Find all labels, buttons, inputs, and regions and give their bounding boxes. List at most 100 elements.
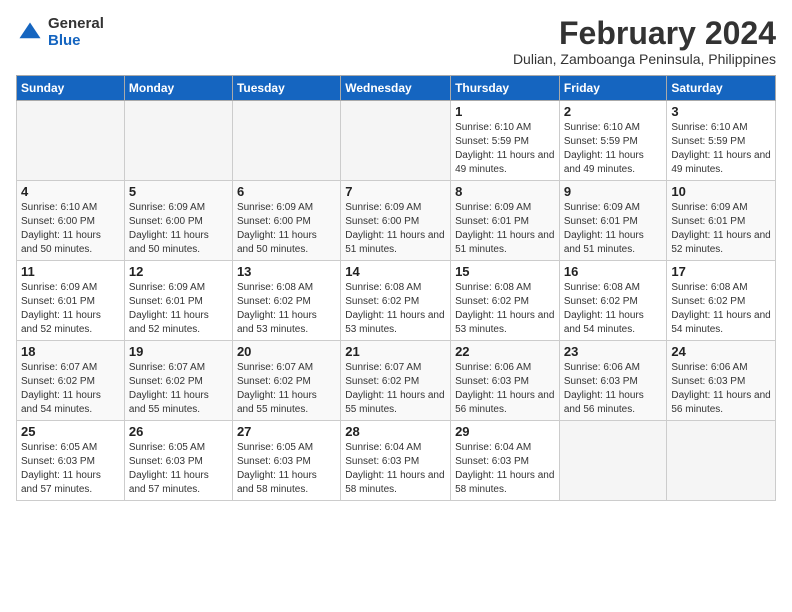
col-header-wednesday: Wednesday	[341, 76, 451, 101]
day-cell: 11 Sunrise: 6:09 AM Sunset: 6:01 PM Dayli…	[17, 261, 125, 341]
day-info: Sunrise: 6:04 AM Sunset: 6:03 PM Dayligh…	[455, 441, 555, 497]
week-row-3: 11 Sunrise: 6:09 AM Sunset: 6:01 PM Dayli…	[17, 261, 776, 341]
day-cell	[667, 421, 776, 501]
day-number: 18	[21, 344, 120, 359]
day-cell: 12 Sunrise: 6:09 AM Sunset: 6:01 PM Dayli…	[124, 261, 232, 341]
day-info: Sunrise: 6:09 AM Sunset: 6:00 PM Dayligh…	[237, 201, 336, 257]
day-number: 27	[237, 424, 336, 439]
day-number: 12	[129, 264, 228, 279]
day-cell	[559, 421, 667, 501]
day-number: 25	[21, 424, 120, 439]
day-cell: 21 Sunrise: 6:07 AM Sunset: 6:02 PM Dayli…	[341, 341, 451, 421]
day-info: Sunrise: 6:09 AM Sunset: 6:01 PM Dayligh…	[129, 281, 228, 337]
day-info: Sunrise: 6:08 AM Sunset: 6:02 PM Dayligh…	[671, 281, 771, 337]
day-info: Sunrise: 6:08 AM Sunset: 6:02 PM Dayligh…	[237, 281, 336, 337]
logo-general: General	[48, 16, 104, 33]
day-cell	[17, 101, 125, 181]
col-header-monday: Monday	[124, 76, 232, 101]
week-row-5: 25 Sunrise: 6:05 AM Sunset: 6:03 PM Dayli…	[17, 421, 776, 501]
day-info: Sunrise: 6:05 AM Sunset: 6:03 PM Dayligh…	[237, 441, 336, 497]
week-row-2: 4 Sunrise: 6:10 AM Sunset: 6:00 PM Daylig…	[17, 181, 776, 261]
day-info: Sunrise: 6:07 AM Sunset: 6:02 PM Dayligh…	[237, 361, 336, 417]
day-info: Sunrise: 6:10 AM Sunset: 5:59 PM Dayligh…	[671, 121, 771, 177]
day-cell: 15Sunrise: 6:08 AM Sunset: 6:02 PM Dayli…	[451, 261, 560, 341]
day-number: 26	[129, 424, 228, 439]
title-block: February 2024 Dulian, Zamboanga Peninsul…	[513, 16, 776, 67]
logo-icon	[16, 19, 44, 47]
day-info: Sunrise: 6:07 AM Sunset: 6:02 PM Dayligh…	[129, 361, 228, 417]
day-number: 24	[671, 344, 771, 359]
day-number: 19	[129, 344, 228, 359]
day-cell: 24 Sunrise: 6:06 AM Sunset: 6:03 PM Dayli…	[667, 341, 776, 421]
day-number: 22	[455, 344, 555, 359]
day-info: Sunrise: 6:09 AM Sunset: 6:01 PM Dayligh…	[455, 201, 555, 257]
week-row-1: 1Sunrise: 6:10 AM Sunset: 5:59 PM Daylig…	[17, 101, 776, 181]
day-number: 23	[564, 344, 663, 359]
day-info: Sunrise: 6:10 AM Sunset: 5:59 PM Dayligh…	[564, 121, 663, 177]
day-cell: 23 Sunrise: 6:06 AM Sunset: 6:03 PM Dayli…	[559, 341, 667, 421]
day-info: Sunrise: 6:09 AM Sunset: 6:00 PM Dayligh…	[129, 201, 228, 257]
day-number: 7	[345, 184, 446, 199]
logo: General Blue	[16, 16, 104, 49]
day-cell: 19 Sunrise: 6:07 AM Sunset: 6:02 PM Dayli…	[124, 341, 232, 421]
day-info: Sunrise: 6:10 AM Sunset: 5:59 PM Dayligh…	[455, 121, 555, 177]
col-header-tuesday: Tuesday	[232, 76, 340, 101]
day-info: Sunrise: 6:08 AM Sunset: 6:02 PM Dayligh…	[455, 281, 555, 337]
day-number: 10	[671, 184, 771, 199]
day-cell: 29 Sunrise: 6:04 AM Sunset: 6:03 PM Dayli…	[451, 421, 560, 501]
day-cell: 1Sunrise: 6:10 AM Sunset: 5:59 PM Daylig…	[451, 101, 560, 181]
day-cell	[341, 101, 451, 181]
day-number: 14	[345, 264, 446, 279]
day-info: Sunrise: 6:07 AM Sunset: 6:02 PM Dayligh…	[21, 361, 120, 417]
day-cell: 25 Sunrise: 6:05 AM Sunset: 6:03 PM Dayli…	[17, 421, 125, 501]
day-number: 29	[455, 424, 555, 439]
day-info: Sunrise: 6:10 AM Sunset: 6:00 PM Dayligh…	[21, 201, 120, 257]
day-cell: 10 Sunrise: 6:09 AM Sunset: 6:01 PM Dayli…	[667, 181, 776, 261]
day-info: Sunrise: 6:09 AM Sunset: 6:01 PM Dayligh…	[564, 201, 663, 257]
day-info: Sunrise: 6:06 AM Sunset: 6:03 PM Dayligh…	[671, 361, 771, 417]
day-cell: 9Sunrise: 6:09 AM Sunset: 6:01 PM Daylig…	[559, 181, 667, 261]
col-header-saturday: Saturday	[667, 76, 776, 101]
day-number: 5	[129, 184, 228, 199]
day-cell: 3 Sunrise: 6:10 AM Sunset: 5:59 PM Daylig…	[667, 101, 776, 181]
day-cell: 20 Sunrise: 6:07 AM Sunset: 6:02 PM Dayli…	[232, 341, 340, 421]
logo-text: General Blue	[48, 16, 104, 49]
day-number: 21	[345, 344, 446, 359]
day-info: Sunrise: 6:05 AM Sunset: 6:03 PM Dayligh…	[21, 441, 120, 497]
day-cell: 18 Sunrise: 6:07 AM Sunset: 6:02 PM Dayli…	[17, 341, 125, 421]
day-cell	[124, 101, 232, 181]
day-info: Sunrise: 6:08 AM Sunset: 6:02 PM Dayligh…	[564, 281, 663, 337]
day-cell: 27 Sunrise: 6:05 AM Sunset: 6:03 PM Dayli…	[232, 421, 340, 501]
day-number: 20	[237, 344, 336, 359]
day-info: Sunrise: 6:06 AM Sunset: 6:03 PM Dayligh…	[455, 361, 555, 417]
day-info: Sunrise: 6:09 AM Sunset: 6:00 PM Dayligh…	[345, 201, 446, 257]
day-cell: 13Sunrise: 6:08 AM Sunset: 6:02 PM Dayli…	[232, 261, 340, 341]
day-cell	[232, 101, 340, 181]
col-header-friday: Friday	[559, 76, 667, 101]
day-cell: 17Sunrise: 6:08 AM Sunset: 6:02 PM Dayli…	[667, 261, 776, 341]
day-number: 2	[564, 104, 663, 119]
day-cell: 5 Sunrise: 6:09 AM Sunset: 6:00 PM Daylig…	[124, 181, 232, 261]
day-number: 11	[21, 264, 120, 279]
day-info: Sunrise: 6:09 AM Sunset: 6:01 PM Dayligh…	[671, 201, 771, 257]
day-info: Sunrise: 6:07 AM Sunset: 6:02 PM Dayligh…	[345, 361, 446, 417]
calendar-table: SundayMondayTuesdayWednesdayThursdayFrid…	[16, 75, 776, 501]
day-info: Sunrise: 6:05 AM Sunset: 6:03 PM Dayligh…	[129, 441, 228, 497]
day-number: 4	[21, 184, 120, 199]
day-cell: 26 Sunrise: 6:05 AM Sunset: 6:03 PM Dayli…	[124, 421, 232, 501]
day-number: 8	[455, 184, 555, 199]
day-info: Sunrise: 6:04 AM Sunset: 6:03 PM Dayligh…	[345, 441, 446, 497]
day-cell: 22 Sunrise: 6:06 AM Sunset: 6:03 PM Dayli…	[451, 341, 560, 421]
day-cell: 7 Sunrise: 6:09 AM Sunset: 6:00 PM Daylig…	[341, 181, 451, 261]
day-info: Sunrise: 6:06 AM Sunset: 6:03 PM Dayligh…	[564, 361, 663, 417]
day-info: Sunrise: 6:09 AM Sunset: 6:01 PM Dayligh…	[21, 281, 120, 337]
day-cell: 8 Sunrise: 6:09 AM Sunset: 6:01 PM Daylig…	[451, 181, 560, 261]
day-cell: 6 Sunrise: 6:09 AM Sunset: 6:00 PM Daylig…	[232, 181, 340, 261]
day-info: Sunrise: 6:08 AM Sunset: 6:02 PM Dayligh…	[345, 281, 446, 337]
calendar-subtitle: Dulian, Zamboanga Peninsula, Philippines	[513, 51, 776, 67]
day-number: 3	[671, 104, 771, 119]
day-cell: 2 Sunrise: 6:10 AM Sunset: 5:59 PM Daylig…	[559, 101, 667, 181]
header: General Blue February 2024 Dulian, Zambo…	[16, 16, 776, 67]
day-number: 6	[237, 184, 336, 199]
col-header-sunday: Sunday	[17, 76, 125, 101]
